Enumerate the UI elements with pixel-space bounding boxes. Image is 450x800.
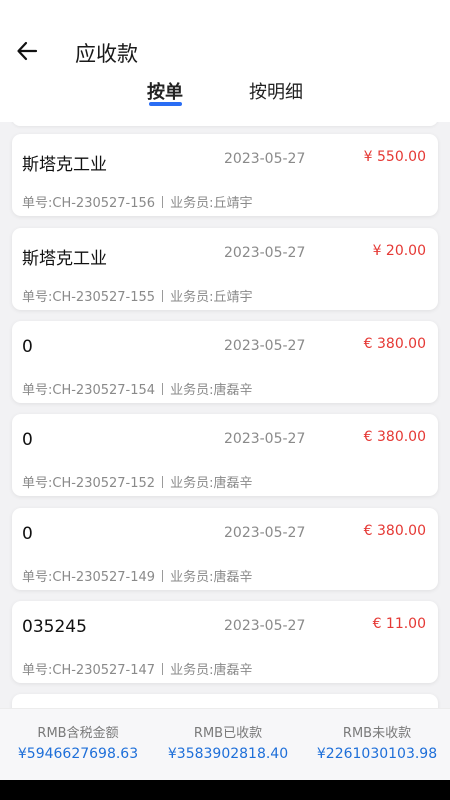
order-card[interactable]: 0 2023-05-27 € 380.00 单号:CH-230527-152 业务… xyxy=(12,414,438,496)
customer-name: 斯塔克工业 xyxy=(22,249,107,269)
order-amount: € 380.00 xyxy=(363,523,426,539)
order-number: 单号:CH-230527-152 xyxy=(22,476,156,491)
order-date: 2023-05-27 xyxy=(224,431,306,447)
divider xyxy=(162,476,164,488)
order-amount: ¥ 550.00 xyxy=(363,149,426,165)
order-card[interactable]: 斯塔克工业 2023-05-27 ¥ 550.00 单号:CH-230527-1… xyxy=(12,134,438,216)
system-navigation-bar xyxy=(0,780,450,800)
order-date: 2023-05-27 xyxy=(224,245,306,261)
tab-active-indicator xyxy=(149,102,182,106)
order-number: 单号:CH-230527-156 xyxy=(22,196,156,211)
order-card[interactable]: 0 2023-05-27 € 380.00 单号:CH-230527-149 业务… xyxy=(12,508,438,590)
order-card[interactable]: 0 2023-05-27 € 380.00 单号:CH-230527-154 业务… xyxy=(12,321,438,403)
tab-by-detail[interactable]: 按明细 xyxy=(249,78,303,104)
order-date: 2023-05-27 xyxy=(224,151,306,167)
order-date: 2023-05-27 xyxy=(224,525,306,541)
order-amount: € 11.00 xyxy=(372,616,426,632)
order-number: 单号:CH-230527-147 xyxy=(22,663,156,678)
back-button[interactable] xyxy=(14,38,40,64)
order-date: 2023-05-27 xyxy=(224,618,306,634)
order-amount: € 380.00 xyxy=(363,336,426,352)
customer-name: 035245 xyxy=(22,617,87,637)
order-number: 单号:CH-230527-154 xyxy=(22,383,156,398)
unreceived-value: ¥2261030103.98 xyxy=(316,746,438,762)
order-meta: 单号:CH-230527-147 业务员:唐磊辛 xyxy=(22,659,252,678)
customer-name: 0 xyxy=(22,337,33,357)
salesperson: 业务员:唐磊辛 xyxy=(170,383,253,398)
salesperson: 业务员:唐磊辛 xyxy=(170,570,253,585)
salesperson: 业务员:唐磊辛 xyxy=(170,476,253,491)
divider xyxy=(162,663,164,675)
received-label: RMB已收款 xyxy=(193,726,263,741)
arrow-left-icon xyxy=(17,41,38,61)
summary-total: RMB含税金额 ¥5946627698.63 xyxy=(3,709,153,762)
tab-by-order[interactable]: 按单 xyxy=(147,78,183,104)
order-card[interactable]: 035245 2023-05-27 € 11.00 单号:CH-230527-1… xyxy=(12,601,438,683)
summary-received: RMB已收款 ¥3583902818.40 xyxy=(153,709,303,762)
total-value: ¥5946627698.63 xyxy=(17,746,139,762)
order-number: 单号:CH-230527-155 xyxy=(22,290,156,305)
customer-name: 0 xyxy=(22,524,33,544)
order-meta: 单号:CH-230527-149 业务员:唐磊辛 xyxy=(22,566,252,585)
customer-name: 斯塔克工业 xyxy=(22,155,107,175)
order-amount: ¥ 20.00 xyxy=(372,243,426,259)
divider xyxy=(162,196,164,208)
salesperson: 业务员:丘靖宇 xyxy=(170,196,253,211)
order-meta: 单号:CH-230527-154 业务员:唐磊辛 xyxy=(22,379,252,398)
order-list[interactable]: 斯塔克工业 2023-05-27 ¥ 550.00 单号:CH-230527-1… xyxy=(0,122,450,708)
summary-unreceived: RMB未收款 ¥2261030103.98 xyxy=(302,709,450,762)
order-number: 单号:CH-230527-149 xyxy=(22,570,156,585)
salesperson: 业务员:唐磊辛 xyxy=(170,663,253,678)
order-meta: 单号:CH-230527-155 业务员:丘靖宇 xyxy=(22,286,252,305)
next-card-edge xyxy=(12,694,438,708)
salesperson: 业务员:丘靖宇 xyxy=(170,290,253,305)
divider xyxy=(162,570,164,582)
summary-footer: RMB含税金额 ¥5946627698.63 RMB已收款 ¥358390281… xyxy=(0,708,450,780)
received-value: ¥3583902818.40 xyxy=(167,746,289,762)
order-card[interactable]: 斯塔克工业 2023-05-27 ¥ 20.00 单号:CH-230527-15… xyxy=(12,228,438,310)
divider xyxy=(162,290,164,302)
customer-name: 0 xyxy=(22,430,33,450)
order-meta: 单号:CH-230527-152 业务员:唐磊辛 xyxy=(22,472,252,491)
previous-card-edge xyxy=(12,122,438,126)
total-label: RMB含税金额 xyxy=(37,726,119,741)
order-amount: € 380.00 xyxy=(363,429,426,445)
order-date: 2023-05-27 xyxy=(224,338,306,354)
app-header: 应收款 按单 按明细 xyxy=(0,0,450,122)
divider xyxy=(162,383,164,395)
unreceived-label: RMB未收款 xyxy=(342,726,412,741)
order-meta: 单号:CH-230527-156 业务员:丘靖宇 xyxy=(22,192,252,211)
page-title: 应收款 xyxy=(75,42,138,66)
